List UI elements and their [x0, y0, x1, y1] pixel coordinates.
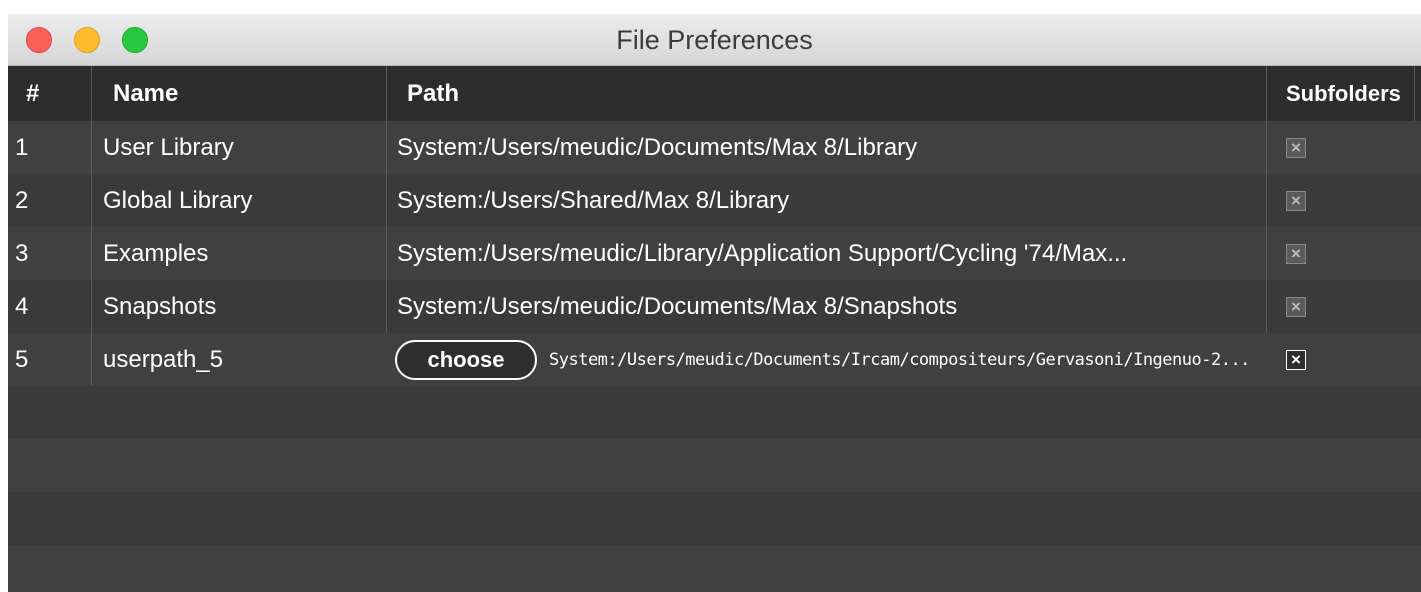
column-divider: [91, 280, 92, 333]
row-path-text: System:/Users/meudic/Library/Application…: [397, 239, 1128, 267]
search-paths-table: # Name Path Subfolders 1 User Library Sy…: [8, 66, 1421, 592]
column-divider: [91, 174, 92, 227]
column-divider: [1266, 227, 1267, 280]
subfolders-cell: ×: [1266, 174, 1414, 227]
column-divider: [1266, 174, 1267, 227]
title-bar[interactable]: File Preferences: [8, 14, 1421, 66]
row-path[interactable]: System:/Users/meudic/Documents/Max 8/Sna…: [386, 280, 1266, 333]
empty-row: [8, 386, 1421, 439]
subfolders-checkbox[interactable]: ×: [1286, 190, 1306, 211]
row-number: 5: [15, 345, 29, 373]
column-divider: [386, 121, 387, 174]
subfolders-cell: ×: [1266, 333, 1414, 386]
file-preferences-window: File Preferences # Name Path Subfolders …: [8, 14, 1421, 592]
subfolders-checkbox[interactable]: ×: [1286, 243, 1306, 264]
subfolders-checkbox[interactable]: ×: [1286, 137, 1306, 158]
column-divider: [91, 333, 92, 386]
row-name[interactable]: Examples: [91, 227, 386, 280]
row-number: 4: [15, 292, 29, 320]
column-divider: [91, 227, 92, 280]
subfolders-cell: ×: [1266, 227, 1414, 280]
column-divider: [386, 174, 387, 227]
row-name[interactable]: Snapshots: [91, 280, 386, 333]
row-path[interactable]: System:/Users/meudic/Library/Application…: [386, 227, 1266, 280]
empty-row: [8, 492, 1421, 545]
table-row[interactable]: 4 Snapshots System:/Users/meudic/Documen…: [8, 280, 1421, 333]
column-divider: [1266, 280, 1267, 333]
table-header: # Name Path Subfolders: [8, 66, 1421, 121]
empty-row: [8, 439, 1421, 492]
row-path-text: System:/Users/meudic/Documents/Max 8/Lib…: [397, 133, 918, 161]
row-name[interactable]: User Library: [91, 121, 386, 174]
column-divider: [386, 227, 387, 280]
window-title: File Preferences: [616, 25, 813, 55]
row-number: 1: [15, 133, 29, 161]
column-divider: [386, 280, 387, 333]
row-name[interactable]: Global Library: [91, 174, 386, 227]
row-path-text: System:/Users/meudic/Documents/Max 8/Sna…: [397, 292, 958, 320]
row-path[interactable]: System:/Users/Shared/Max 8/Library: [386, 174, 1266, 227]
column-header-name[interactable]: Name: [91, 66, 386, 121]
row-number: 3: [15, 239, 29, 267]
column-header-subfolders[interactable]: Subfolders: [1266, 66, 1414, 121]
column-divider: [1266, 121, 1267, 174]
empty-row: [8, 545, 1421, 592]
column-divider[interactable]: [1414, 66, 1415, 121]
row-path-text: System:/Users/Shared/Max 8/Library: [397, 186, 790, 214]
table-row[interactable]: 1 User Library System:/Users/meudic/Docu…: [8, 121, 1421, 174]
choose-folder-button[interactable]: choose: [395, 339, 537, 380]
subfolders-cell: ×: [1266, 121, 1414, 174]
column-divider[interactable]: [91, 66, 92, 121]
column-divider[interactable]: [1266, 66, 1267, 121]
column-divider: [91, 121, 92, 174]
subfolders-checkbox[interactable]: ×: [1286, 349, 1306, 370]
subfolders-checkbox[interactable]: ×: [1286, 296, 1306, 317]
column-header-path[interactable]: Path: [386, 66, 1266, 121]
table-row[interactable]: 5 userpath_5 choose System:/Users/meudic…: [8, 333, 1421, 386]
column-divider[interactable]: [386, 66, 387, 121]
row-path[interactable]: System:/Users/meudic/Documents/Max 8/Lib…: [386, 121, 1266, 174]
row-name[interactable]: userpath_5: [91, 333, 386, 386]
subfolders-cell: ×: [1266, 280, 1414, 333]
row-path: choose System:/Users/meudic/Documents/Ir…: [386, 333, 1266, 386]
table-row[interactable]: 2 Global Library System:/Users/Shared/Ma…: [8, 174, 1421, 227]
row-number: 2: [15, 186, 29, 214]
column-header-number[interactable]: #: [8, 66, 91, 121]
chosen-path-text: System:/Users/meudic/Documents/Ircam/com…: [549, 349, 1250, 370]
table-row[interactable]: 3 Examples System:/Users/meudic/Library/…: [8, 227, 1421, 280]
